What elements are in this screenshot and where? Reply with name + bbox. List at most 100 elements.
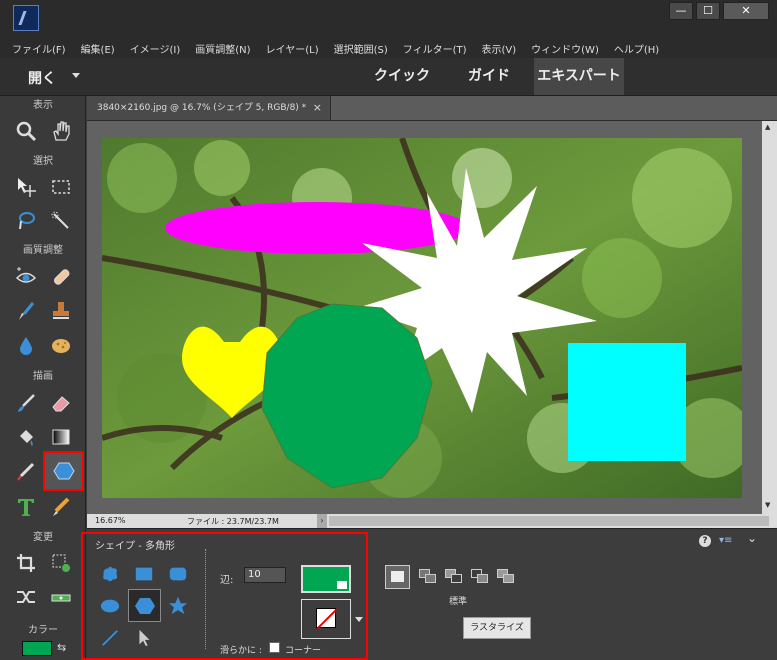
spot-healing-tool[interactable]	[46, 262, 76, 292]
line-shape-button[interactable]	[97, 625, 122, 650]
gradient-tool[interactable]	[46, 422, 76, 452]
straighten-tool[interactable]	[46, 582, 76, 612]
document-area: 3840×2160.jpg @ 16.7% (シェイプ 5, RGB/8) * …	[87, 96, 777, 528]
swap-colors-icon[interactable]: ⇆	[57, 641, 66, 654]
menu-layer[interactable]: レイヤー(L)	[266, 41, 319, 56]
scroll-down-icon[interactable]: ▼	[765, 501, 770, 509]
menu-window[interactable]: ウィンドウ(W)	[531, 41, 599, 56]
shape-selection-button[interactable]	[131, 625, 156, 650]
magenta-ellipse-shape[interactable]	[165, 202, 469, 254]
section-enhance-label: 画質調整	[23, 245, 63, 256]
eraser-tool[interactable]	[46, 388, 76, 418]
foreground-color-swatch[interactable]	[22, 641, 52, 656]
type-tool[interactable]	[11, 492, 41, 522]
menu-view[interactable]: 表示(V)	[482, 41, 517, 56]
polygon-shape-button[interactable]	[128, 589, 161, 622]
document-tab[interactable]: 3840×2160.jpg @ 16.7% (シェイプ 5, RGB/8) * …	[87, 96, 331, 120]
move-icon	[18, 178, 36, 197]
eyedropper-icon	[17, 462, 35, 481]
open-dropdown-icon[interactable]	[72, 73, 80, 78]
scroll-up-icon[interactable]: ▲	[765, 123, 770, 131]
horizontal-scrollbar[interactable]	[329, 516, 769, 526]
recompose-tool[interactable]	[46, 548, 76, 578]
lasso-tool[interactable]	[11, 206, 41, 236]
tab-quick[interactable]: クイック	[364, 58, 440, 95]
maximize-button[interactable]: ☐	[696, 2, 720, 20]
corner-label: コーナー	[285, 646, 322, 656]
menu-edit[interactable]: 編集(E)	[81, 41, 115, 56]
crop-tool[interactable]	[11, 548, 41, 578]
close-document-icon[interactable]: ×	[313, 96, 322, 120]
options-menu-icon[interactable]: ▾≡	[719, 535, 732, 546]
shape-color-swatch[interactable]	[301, 565, 351, 593]
mode-label: 標準	[449, 597, 468, 607]
minimize-button[interactable]: —	[669, 2, 693, 20]
collapse-options-icon[interactable]: ⌄	[747, 531, 757, 545]
red-eye-tool[interactable]	[11, 262, 41, 292]
tab-expert[interactable]: エキスパート	[534, 58, 624, 95]
content-aware-move-tool[interactable]	[11, 582, 41, 612]
menu-help[interactable]: ヘルプ(H)	[614, 41, 659, 56]
new-shape-layer-button[interactable]	[385, 565, 410, 589]
blur-tool[interactable]	[11, 330, 41, 360]
menu-select[interactable]: 選択範囲(S)	[334, 41, 388, 56]
section-view-label: 表示	[33, 100, 53, 111]
eyedropper-tool[interactable]	[11, 456, 41, 486]
cyan-square-shape[interactable]	[568, 343, 686, 461]
hand-icon	[53, 121, 70, 141]
tool-options-bar: シェイプ - 多角形 辺: 10 滑らかに : コーナー 標準 ラスタライズ ?…	[81, 528, 777, 660]
status-menu-arrow[interactable]: ›	[317, 514, 327, 528]
title-bar: — ☐ ✕	[0, 0, 777, 38]
open-button[interactable]: 開く	[28, 68, 56, 88]
sponge-tool[interactable]	[46, 330, 76, 360]
toolbox: 表示 選択 画質調整 描画 変更 カラー ⇆	[0, 96, 86, 660]
canvas-image[interactable]	[102, 138, 742, 498]
canvas-scene	[102, 138, 742, 498]
shape-tool[interactable]	[43, 451, 84, 491]
subtract-from-shape-button[interactable]	[443, 567, 465, 587]
rectangle-shape-button[interactable]	[131, 561, 156, 586]
ellipse-shape-button[interactable]	[97, 593, 122, 618]
pencil-tool[interactable]	[46, 492, 76, 522]
move-tool[interactable]	[11, 172, 41, 202]
custom-shape-button[interactable]	[97, 561, 122, 586]
color-dropdown-icon[interactable]	[337, 581, 347, 589]
brush-icon	[19, 302, 35, 320]
menu-filter[interactable]: フィルター(T)	[403, 41, 467, 56]
add-to-shape-button[interactable]	[417, 567, 439, 587]
vertical-scrollbar[interactable]: ▲ ▼	[762, 121, 777, 514]
brush-tool[interactable]	[11, 388, 41, 418]
zoom-tool[interactable]	[11, 116, 41, 146]
marquee-tool[interactable]	[46, 172, 76, 202]
exclude-shape-button[interactable]	[495, 567, 517, 587]
hexagon-icon	[52, 462, 75, 480]
status-bar: 16.67% ファイル : 23.7M/23.7M ›	[87, 514, 777, 528]
quick-selection-tool[interactable]	[46, 206, 76, 236]
rounded-rectangle-shape-button[interactable]	[165, 561, 190, 586]
menu-enhance[interactable]: 画質調整(N)	[195, 41, 250, 56]
hand-tool[interactable]	[46, 116, 76, 146]
pointer-arrow-icon	[138, 629, 149, 646]
smart-brush-tool[interactable]	[11, 296, 41, 326]
close-window-button[interactable]: ✕	[723, 2, 769, 20]
shape-style-picker[interactable]	[301, 599, 351, 639]
intersect-shape-button[interactable]	[469, 567, 491, 587]
smooth-corners-checkbox[interactable]	[269, 642, 280, 653]
tab-guided[interactable]: ガイド	[456, 58, 522, 95]
clone-stamp-tool[interactable]	[46, 296, 76, 326]
style-dropdown-icon[interactable]	[355, 617, 363, 622]
menu-file[interactable]: ファイル(F)	[12, 41, 66, 56]
pencil-icon	[53, 497, 70, 516]
star-shape-button[interactable]	[165, 593, 190, 618]
rasterize-button[interactable]: ラスタライズ	[463, 617, 531, 639]
paint-bucket-tool[interactable]	[11, 422, 41, 452]
menu-image[interactable]: イメージ(I)	[130, 41, 181, 56]
lasso-icon	[19, 212, 35, 230]
recompose-icon	[52, 554, 70, 572]
gradient-icon	[52, 429, 70, 445]
sides-input[interactable]: 10	[244, 567, 286, 583]
text-type-icon	[18, 499, 34, 516]
help-icon[interactable]: ?	[699, 535, 711, 547]
crop-icon	[17, 554, 35, 572]
section-draw-label: 描画	[33, 371, 53, 382]
